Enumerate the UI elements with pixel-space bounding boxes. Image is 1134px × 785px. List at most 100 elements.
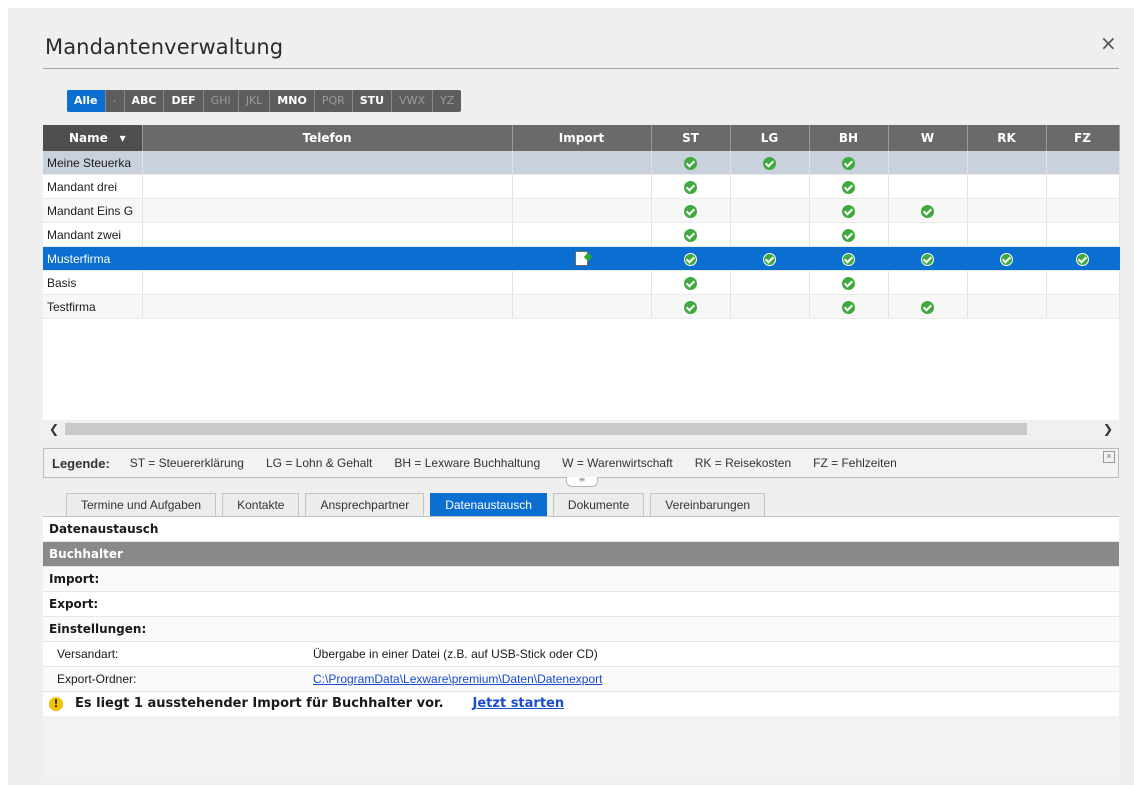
alpha-filter-alle[interactable]: Alle: [67, 90, 106, 112]
client-name-cell[interactable]: Musterfirma: [43, 246, 143, 271]
client-grid: Name ▾ Telefon Import ST LG BH W RK FZ Meine Ste…: [43, 125, 1120, 420]
check-icon: [684, 252, 697, 266]
legend-item: W = Warenwirtschaft: [562, 456, 673, 470]
sort-dropdown-icon[interactable]: ▾: [116, 131, 126, 145]
tab-vereinbarungen[interactable]: Vereinbarungen: [650, 493, 766, 516]
phone-cell[interactable]: [142, 270, 513, 295]
legend-item: ST = Steuererklärung: [129, 456, 244, 470]
module-cell-bh: [809, 151, 889, 175]
module-cell-lg: [730, 174, 810, 199]
module-cell-rk: [967, 294, 1047, 319]
versandart-value: Übergabe in einer Datei (z.B. auf USB-St…: [313, 647, 598, 661]
check-icon: [842, 156, 855, 170]
client-name-cell[interactable]: Mandant Eins G: [43, 198, 143, 223]
client-name-cell[interactable]: Mandant zwei: [43, 222, 143, 247]
horizontal-scrollbar[interactable]: ❮ ❯: [43, 420, 1119, 438]
table-row[interactable]: Basis: [43, 270, 1120, 295]
column-header-bh[interactable]: BH: [809, 125, 889, 151]
column-header-label: W: [920, 131, 935, 145]
alpha-filter-stu[interactable]: STU: [353, 90, 393, 112]
splitter-handle[interactable]: ≡: [566, 476, 598, 487]
alpha-filter-vwx[interactable]: VWX: [392, 90, 434, 112]
alpha-filter-abc[interactable]: ABC: [125, 90, 165, 112]
export-folder-link[interactable]: C:\ProgramData\Lexware\premium\Daten\Dat…: [313, 672, 602, 686]
tab-ansprechpartner[interactable]: Ansprechpartner: [305, 493, 425, 516]
import-cell[interactable]: [512, 246, 652, 271]
module-cell-bh: [809, 174, 889, 199]
module-cell-rk: [967, 222, 1047, 247]
column-header-telefon[interactable]: Telefon: [142, 125, 513, 151]
tab-dokumente[interactable]: Dokumente: [552, 493, 645, 516]
module-cell-st: [651, 270, 731, 295]
import-cell[interactable]: [512, 198, 652, 223]
table-row[interactable]: Musterfirma: [43, 246, 1120, 271]
legend-close-icon[interactable]: ×: [1103, 451, 1115, 463]
export-folder-row: Export-Ordner: C:\ProgramData\Lexware\pre…: [43, 667, 1119, 692]
phone-cell[interactable]: [142, 294, 513, 319]
section-title: Datenaustausch: [43, 517, 1119, 542]
import-cell[interactable]: [512, 151, 652, 175]
column-header-name[interactable]: Name ▾: [43, 125, 143, 151]
column-header-lg[interactable]: LG: [730, 125, 810, 151]
import-pending-icon[interactable]: [575, 251, 588, 267]
phone-cell[interactable]: [142, 151, 513, 175]
column-header-fz[interactable]: FZ: [1046, 125, 1120, 151]
scrollbar-thumb[interactable]: [65, 423, 1027, 435]
detail-tabs: Termine und Aufgaben Kontakte Ansprechpart…: [66, 493, 771, 517]
phone-cell[interactable]: [142, 198, 513, 223]
alpha-filter-dash[interactable]: -: [106, 90, 125, 112]
table-row[interactable]: Meine Steuerka: [43, 151, 1120, 175]
module-cell-lg: [730, 270, 810, 295]
scroll-right-icon[interactable]: ❯: [1103, 420, 1113, 438]
column-header-st[interactable]: ST: [651, 125, 731, 151]
import-cell[interactable]: [512, 270, 652, 295]
alpha-filter-jkl[interactable]: JKL: [239, 90, 271, 112]
start-now-link[interactable]: Jetzt starten: [473, 692, 565, 716]
phone-cell[interactable]: [142, 246, 513, 271]
check-icon: [763, 156, 776, 170]
phone-cell[interactable]: [142, 174, 513, 199]
column-header-label: RK: [997, 131, 1016, 145]
module-cell-bh: [809, 246, 889, 271]
alpha-filter-pqr[interactable]: PQR: [315, 90, 353, 112]
tab-kontakte[interactable]: Kontakte: [222, 493, 300, 516]
column-header-import[interactable]: Import: [512, 125, 652, 151]
check-icon: [842, 252, 855, 266]
table-row[interactable]: Testfirma: [43, 294, 1120, 319]
export-label: Export:: [43, 592, 1119, 617]
tab-datenaustausch[interactable]: Datenaustausch: [430, 493, 547, 516]
import-label: Import:: [43, 567, 1119, 592]
tab-termine-und-aufgaben[interactable]: Termine und Aufgaben: [66, 493, 217, 516]
legend-item: RK = Reisekosten: [694, 456, 792, 470]
import-cell[interactable]: [512, 174, 652, 199]
legend-item: BH = Lexware Buchhaltung: [394, 456, 541, 470]
table-row[interactable]: Mandant zwei: [43, 222, 1120, 247]
close-icon[interactable]: ×: [1100, 33, 1117, 53]
alpha-filter-ghi[interactable]: GHI: [204, 90, 239, 112]
alpha-filter-def[interactable]: DEF: [164, 90, 204, 112]
module-cell-rk: [967, 174, 1047, 199]
import-cell[interactable]: [512, 222, 652, 247]
alpha-filter-yz[interactable]: YZ: [433, 90, 461, 112]
table-row[interactable]: Mandant drei: [43, 174, 1120, 199]
check-icon: [684, 156, 697, 170]
module-cell-bh: [809, 198, 889, 223]
alphabet-filter-bar: Alle - ABC DEF GHI JKL MNO PQR STU VWX YZ: [67, 90, 462, 112]
check-icon: [1076, 252, 1089, 266]
import-cell[interactable]: [512, 294, 652, 319]
client-name-cell[interactable]: Mandant drei: [43, 174, 143, 199]
module-cell-rk: [967, 246, 1047, 271]
phone-cell[interactable]: [142, 222, 513, 247]
client-name-cell[interactable]: Testfirma: [43, 294, 143, 319]
module-cell-lg: [730, 246, 810, 271]
client-name-cell[interactable]: Basis: [43, 270, 143, 295]
column-header-w[interactable]: W: [888, 125, 968, 151]
alpha-filter-mno[interactable]: MNO: [270, 90, 315, 112]
check-icon: [684, 300, 697, 314]
column-header-label: LG: [760, 131, 779, 145]
column-header-rk[interactable]: RK: [967, 125, 1047, 151]
client-name-cell[interactable]: Meine Steuerka: [43, 151, 143, 175]
table-row[interactable]: Mandant Eins G: [43, 198, 1120, 223]
module-cell-fz: [1046, 294, 1120, 319]
scroll-left-icon[interactable]: ❮: [49, 420, 59, 438]
